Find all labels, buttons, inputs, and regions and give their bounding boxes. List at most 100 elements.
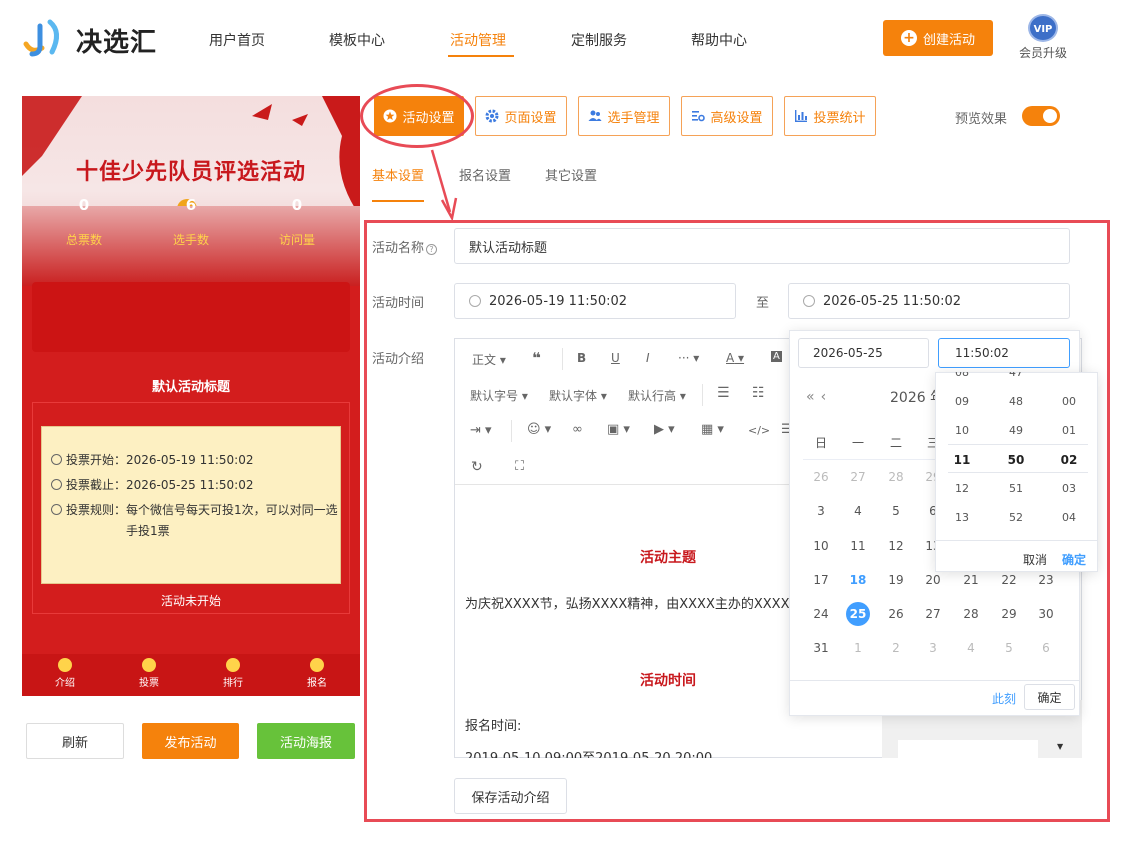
picker-time-input[interactable]: 11:50:02 xyxy=(938,338,1070,368)
calendar-day[interactable]: 2 xyxy=(884,636,908,660)
preview-tab-vote[interactable]: 投票 xyxy=(119,658,179,689)
calendar-day[interactable]: 10 xyxy=(809,534,833,558)
underline-icon[interactable]: U xyxy=(611,351,620,365)
calendar-day[interactable]: 26 xyxy=(809,465,833,489)
time-option-minutes[interactable]: 52 xyxy=(996,511,1036,524)
time-option-minutes[interactable]: 51 xyxy=(996,482,1036,495)
paragraph-format-dropdown[interactable]: 正文 ▾ xyxy=(472,351,506,368)
calendar-day[interactable]: 18 xyxy=(846,568,870,592)
italic-icon[interactable]: I xyxy=(646,351,650,365)
bullet-list-icon[interactable]: ☰ xyxy=(717,385,730,401)
calendar-day[interactable]: 5 xyxy=(997,636,1021,660)
bold-icon[interactable]: B xyxy=(577,351,586,365)
calendar-day[interactable]: 27 xyxy=(921,602,945,626)
nav-activity-management[interactable]: 活动管理 xyxy=(450,30,506,50)
calendar-day[interactable]: 28 xyxy=(884,465,908,489)
time-option-hours[interactable]: 09 xyxy=(942,395,982,408)
picker-confirm-button[interactable]: 确定 xyxy=(1024,684,1075,710)
quote-icon[interactable]: ❝ xyxy=(532,349,541,367)
calendar-day[interactable]: 1 xyxy=(846,636,870,660)
tab-vote-statistics[interactable]: 投票统计 xyxy=(784,96,876,136)
time-option-hours[interactable]: 12 xyxy=(942,482,982,495)
save-intro-button[interactable]: 保存活动介绍 xyxy=(454,778,567,814)
subtab-basic-settings[interactable]: 基本设置 xyxy=(372,165,424,184)
time-option-seconds[interactable]: 02 xyxy=(1049,453,1089,467)
preview-tab-signup[interactable]: 报名 xyxy=(287,658,347,689)
preview-toggle-switch[interactable] xyxy=(1022,106,1060,126)
font-size-dropdown[interactable]: 默认字号 ▾ xyxy=(470,387,528,404)
calendar-day[interactable]: 11 xyxy=(846,534,870,558)
calendar-day[interactable]: 5 xyxy=(884,499,908,523)
time-option-minutes[interactable]: 50 xyxy=(996,453,1036,467)
numbered-list-icon[interactable]: ☷ xyxy=(752,385,765,401)
calendar-day[interactable]: 30 xyxy=(1034,602,1058,626)
time-confirm-button[interactable]: 确定 xyxy=(1062,551,1086,568)
time-option-hours[interactable]: 10 xyxy=(942,424,982,437)
nav-custom-service[interactable]: 定制服务 xyxy=(571,30,627,50)
calendar-day[interactable]: 29 xyxy=(997,602,1021,626)
fullscreen-icon[interactable]: ⛶ xyxy=(515,459,524,474)
tab-page-settings[interactable]: 页面设置 xyxy=(475,96,567,136)
redo-icon[interactable]: ↻ xyxy=(471,459,483,475)
table-icon[interactable]: ▦ ▾ xyxy=(701,422,724,437)
picker-date-input[interactable]: 2026-05-25 xyxy=(798,338,929,368)
calendar-day[interactable]: 12 xyxy=(884,534,908,558)
create-activity-button[interactable]: + 创建活动 xyxy=(883,20,993,56)
refresh-button[interactable]: 刷新 xyxy=(26,723,124,759)
calendar-day[interactable]: 24 xyxy=(809,602,833,626)
calendar-day[interactable]: 31 xyxy=(809,636,833,660)
time-option-seconds[interactable]: 00 xyxy=(1049,395,1089,408)
calendar-day[interactable]: 4 xyxy=(846,499,870,523)
nav-help-center[interactable]: 帮助中心 xyxy=(691,30,747,50)
calendar-day[interactable]: 3 xyxy=(809,499,833,523)
time-option-hours[interactable]: 13 xyxy=(942,511,982,524)
calendar-day[interactable]: 6 xyxy=(1034,636,1058,660)
line-height-dropdown[interactable]: 默认行高 ▾ xyxy=(628,387,686,404)
calendar-day[interactable]: 17 xyxy=(809,568,833,592)
subtab-signup-settings[interactable]: 报名设置 xyxy=(459,165,511,184)
time-option-hours[interactable]: 11 xyxy=(942,453,982,467)
picker-prev-nav[interactable]: «‹ xyxy=(806,389,832,405)
time-option-seconds[interactable]: 04 xyxy=(1049,511,1089,524)
image-icon[interactable]: ▣ ▾ xyxy=(607,422,630,437)
preview-tab-intro[interactable]: 介绍 xyxy=(35,658,95,689)
link-icon[interactable]: ∞ xyxy=(572,422,583,437)
tab-contestant-management[interactable]: 选手管理 xyxy=(578,96,670,136)
font-family-dropdown[interactable]: 默认字体 ▾ xyxy=(549,387,607,404)
calendar-day[interactable]: 3 xyxy=(921,636,945,660)
tab-advanced-settings[interactable]: 高级设置 xyxy=(681,96,773,136)
calendar-day[interactable]: 25 xyxy=(846,602,870,626)
emoji-icon[interactable]: ☺ ▾ xyxy=(527,422,551,437)
subtab-other-settings[interactable]: 其它设置 xyxy=(545,165,597,184)
time-option-seconds[interactable]: 03 xyxy=(1049,482,1089,495)
picker-now-button[interactable]: 此刻 xyxy=(992,690,1016,707)
double-chevron-left-icon[interactable]: « xyxy=(806,389,821,405)
calendar-day[interactable]: 19 xyxy=(884,568,908,592)
time-option-seconds[interactable]: 01 xyxy=(1049,424,1089,437)
video-icon[interactable]: ▶ ▾ xyxy=(654,422,675,437)
time-option-minutes[interactable]: 49 xyxy=(996,424,1036,437)
more-icon[interactable]: ··· ▾ xyxy=(678,351,699,365)
preview-tab-rank[interactable]: 排行 xyxy=(203,658,263,689)
calendar-day[interactable]: 4 xyxy=(959,636,983,660)
nav-template-center[interactable]: 模板中心 xyxy=(329,30,385,50)
time-cancel-button[interactable]: 取消 xyxy=(1023,551,1047,568)
activity-poster-button[interactable]: 活动海报 xyxy=(257,723,355,759)
start-time-input[interactable]: 2026-05-19 11:50:02 xyxy=(454,283,736,319)
time-option-minutes[interactable]: 48 xyxy=(996,395,1036,408)
activity-name-input[interactable]: 默认活动标题 xyxy=(454,228,1070,264)
calendar-day[interactable]: 27 xyxy=(846,465,870,489)
calendar-day[interactable]: 26 xyxy=(884,602,908,626)
code-icon[interactable]: </> xyxy=(748,424,770,437)
nav-user-home[interactable]: 用户首页 xyxy=(209,30,265,50)
background-color-icon[interactable]: A xyxy=(771,351,782,362)
vip-upgrade[interactable]: VIP 会员升级 xyxy=(1013,14,1073,64)
help-icon[interactable]: ? xyxy=(426,244,438,255)
publish-activity-button[interactable]: 发布活动 xyxy=(142,723,239,759)
scroll-down-arrow-icon[interactable]: ▼ xyxy=(1057,742,1063,751)
logo[interactable]: 决选汇 xyxy=(22,16,172,60)
font-color-icon[interactable]: A ▾ xyxy=(726,351,744,365)
chevron-left-icon[interactable]: ‹ xyxy=(821,389,833,405)
end-time-input[interactable]: 2026-05-25 11:50:02 xyxy=(788,283,1070,319)
indent-icon[interactable]: ⇥ ▾ xyxy=(470,423,492,438)
